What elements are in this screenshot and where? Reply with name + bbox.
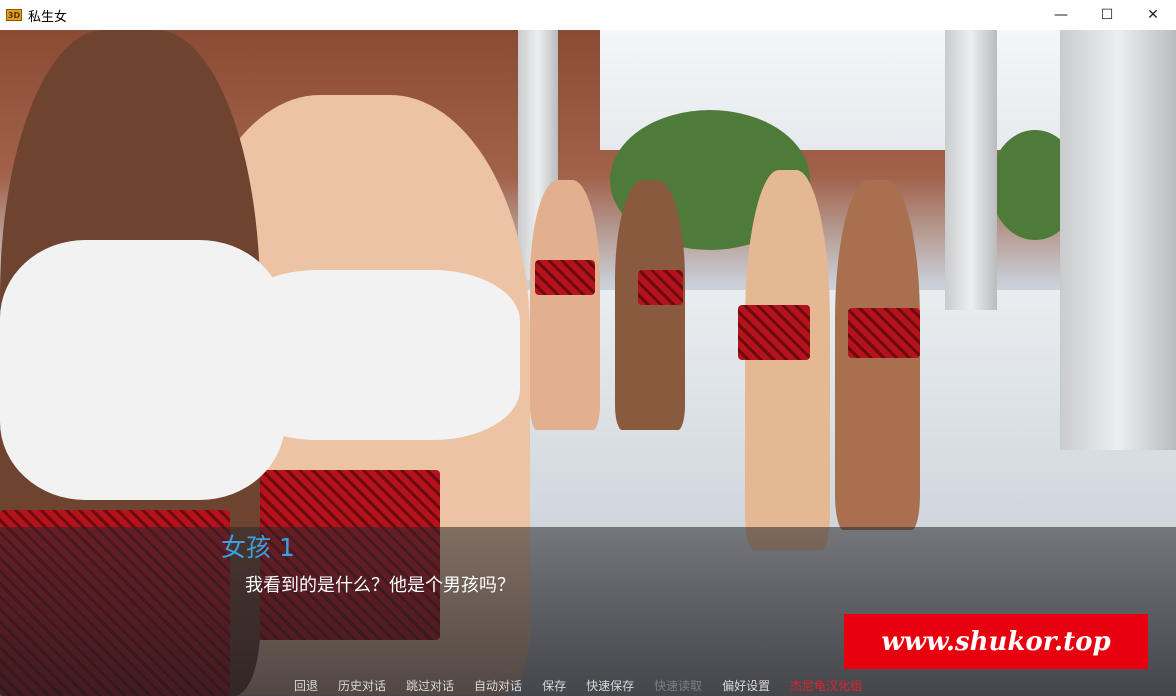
app-icon: 3D xyxy=(6,9,22,21)
pillar xyxy=(945,30,997,310)
quick-menu-quick-save[interactable]: 快速保存 xyxy=(586,676,634,696)
skirt xyxy=(738,305,810,360)
quick-menu-rollback[interactable]: 回退 xyxy=(294,676,318,696)
title-bar: 3D 私生女 — ☐ ✕ xyxy=(0,0,1176,30)
skirt xyxy=(638,270,683,305)
window-title: 私生女 xyxy=(28,9,68,25)
minimize-button[interactable]: — xyxy=(1038,0,1084,30)
quick-menu-preferences[interactable]: 偏好设置 xyxy=(722,676,770,696)
speaker-name: 女孩 1 xyxy=(221,533,295,562)
skirt xyxy=(535,260,595,295)
quick-menu: 回退 历史对话 跳过对话 自动对话 保存 快速保存 快速读取 偏好设置 杰尼龟汉… xyxy=(0,676,1176,696)
quick-menu-skip[interactable]: 跳过对话 xyxy=(406,676,454,696)
character xyxy=(745,170,830,550)
game-scene[interactable]: 女孩 1 我看到的是什么？他是个男孩吗？ www.shukor.top 回退 历… xyxy=(0,30,1176,696)
character xyxy=(530,180,600,430)
skirt xyxy=(848,308,920,358)
maximize-button[interactable]: ☐ xyxy=(1084,0,1130,30)
character xyxy=(615,180,685,430)
quick-menu-history[interactable]: 历史对话 xyxy=(338,676,386,696)
close-button[interactable]: ✕ xyxy=(1130,0,1176,30)
shirt xyxy=(0,240,285,500)
dialogue-text: 我看到的是什么？他是个男孩吗？ xyxy=(245,575,515,596)
quick-menu-quick-load[interactable]: 快速读取 xyxy=(654,676,702,696)
pillar xyxy=(1060,30,1176,450)
quick-menu-credits[interactable]: 杰尼龟汉化组 xyxy=(790,676,862,696)
dialogue-box[interactable] xyxy=(0,527,1176,696)
quick-menu-auto[interactable]: 自动对话 xyxy=(474,676,522,696)
watermark: www.shukor.top xyxy=(844,614,1148,669)
quick-menu-save[interactable]: 保存 xyxy=(542,676,566,696)
